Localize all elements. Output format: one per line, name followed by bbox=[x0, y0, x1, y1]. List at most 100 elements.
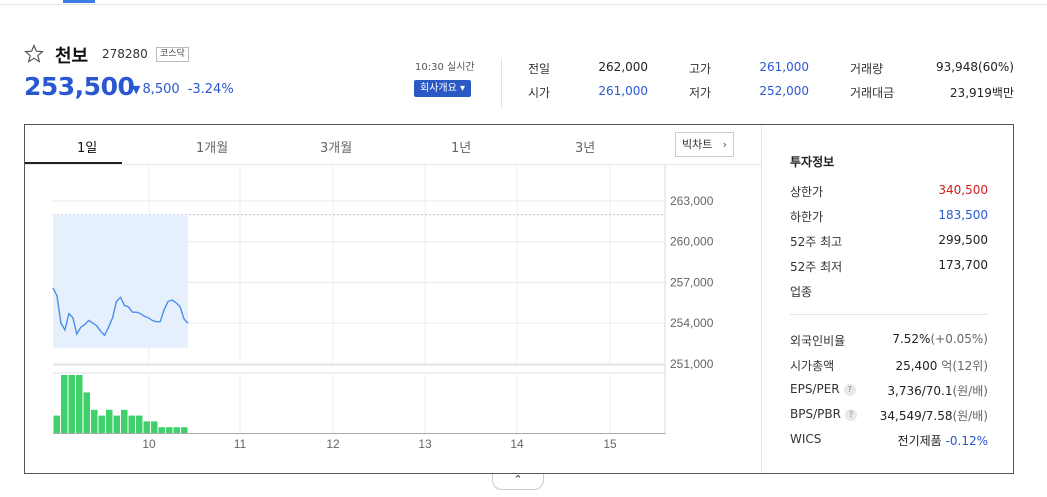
volume-bar bbox=[61, 375, 68, 433]
company-overview-button[interactable]: 회사개요 ▾ bbox=[414, 80, 471, 97]
divider bbox=[501, 58, 502, 108]
price-change: ▼ 8,500 -3.24% bbox=[132, 82, 234, 97]
info-value: 183,500 bbox=[938, 208, 988, 222]
divider bbox=[790, 314, 988, 315]
volume-bar bbox=[98, 415, 105, 433]
info-value-sub: -0.12% bbox=[945, 434, 988, 448]
volume-bar bbox=[143, 421, 150, 433]
volume-bar bbox=[83, 392, 90, 433]
chart-panel: 1일 1개월 3개월 1년 3년 빅차트 › 263,000 260,000 257… bbox=[24, 124, 1014, 474]
y-tick-label: 251,000 bbox=[670, 357, 714, 371]
info-value: 34,549/7.58(원/배) bbox=[880, 407, 988, 424]
y-tick-label: 260,000 bbox=[670, 235, 714, 249]
tab-1day[interactable]: 1일 bbox=[77, 137, 97, 156]
y-tick-label: 263,000 bbox=[670, 194, 714, 208]
info-value-main: 3,736/70.1 bbox=[887, 384, 953, 398]
info-value: 전기제품 -0.12% bbox=[898, 432, 988, 449]
volume-bar bbox=[158, 427, 165, 433]
info-label-text: EPS/PER bbox=[790, 382, 840, 396]
investment-info-title: 투자정보 bbox=[790, 155, 835, 169]
summary-label: 거래량 bbox=[850, 62, 884, 76]
big-chart-label: 빅차트 bbox=[682, 138, 713, 151]
summary-value: 262,000 bbox=[598, 60, 648, 74]
big-chart-button[interactable]: 빅차트 › bbox=[675, 132, 734, 157]
help-icon[interactable]: ? bbox=[844, 409, 857, 421]
info-label: WICS bbox=[790, 432, 822, 446]
tab-1year[interactable]: 1년 bbox=[451, 137, 471, 156]
volume-bar bbox=[106, 409, 113, 433]
star-icon[interactable] bbox=[24, 44, 44, 64]
info-value-main: 25,400 bbox=[895, 359, 938, 373]
info-label: BPS/PBR? bbox=[790, 407, 857, 421]
summary-value: 93,948(60%) bbox=[935, 60, 1014, 74]
x-tick-label: 14 bbox=[510, 437, 524, 451]
info-label: 업종 bbox=[790, 285, 813, 299]
summary-label: 시가 bbox=[528, 86, 551, 100]
tab-1month[interactable]: 1개월 bbox=[196, 137, 228, 156]
x-tick-label: 11 bbox=[234, 437, 247, 451]
info-label: 52주 최고 bbox=[790, 235, 843, 249]
active-tab-indicator bbox=[25, 162, 122, 164]
volume-bar bbox=[151, 421, 158, 433]
info-label: 외국인비율 bbox=[790, 334, 846, 348]
info-value-main[interactable]: 전기제품 bbox=[898, 434, 942, 448]
info-label: 시가총액 bbox=[790, 359, 835, 373]
help-icon[interactable]: ? bbox=[843, 384, 856, 396]
summary-value: 252,000 bbox=[759, 84, 809, 98]
volume-bar bbox=[136, 415, 143, 433]
investment-info: 투자정보 상한가 340,500 하한가 183,500 52주 최고 299,… bbox=[761, 125, 1013, 473]
price-chart[interactable]: 263,000 260,000 257,000 254,000 251,000 10 11 1… bbox=[25, 165, 761, 473]
realtime-label: 10:30 실시간 bbox=[415, 62, 475, 73]
info-value: 340,500 bbox=[938, 183, 988, 197]
summary-value: 261,000 bbox=[598, 84, 648, 98]
x-tick-label: 10 bbox=[142, 437, 156, 451]
chevron-right-icon: › bbox=[722, 138, 727, 151]
stock-header: 천보 278280 코스닥 253,500 ▼ 8,500 -3.24% 10:30… bbox=[0, 0, 1047, 120]
info-value-main: 7.52% bbox=[892, 332, 931, 346]
summary-label: 고가 bbox=[689, 62, 712, 76]
info-value-sub: 억(12위) bbox=[941, 359, 988, 373]
y-tick-label: 257,000 bbox=[670, 275, 714, 289]
current-price: 253,500 bbox=[24, 72, 135, 101]
summary-label: 저가 bbox=[689, 86, 712, 100]
volume-bar bbox=[53, 415, 60, 433]
change-percent: -3.24% bbox=[187, 82, 234, 97]
change-amount: 8,500 bbox=[142, 82, 180, 97]
volume-bar bbox=[128, 415, 135, 433]
summary-value: 261,000 bbox=[759, 60, 809, 74]
info-value: 7.52%(+0.05%) bbox=[892, 332, 988, 346]
info-label: 상한가 bbox=[790, 185, 824, 199]
stock-name: 천보 bbox=[55, 46, 89, 67]
market-badge: 코스닥 bbox=[156, 47, 189, 62]
summary-value: 23,919백만 bbox=[949, 86, 1014, 100]
volume-bar bbox=[173, 427, 180, 433]
volume-bar bbox=[91, 409, 98, 433]
info-value-sub: (원/배) bbox=[952, 409, 989, 423]
x-tick-label: 13 bbox=[418, 437, 432, 451]
x-tick-label: 15 bbox=[603, 437, 617, 451]
tab-3year[interactable]: 3년 bbox=[575, 137, 595, 156]
volume-bar bbox=[121, 409, 128, 433]
stock-code: 278280 bbox=[102, 47, 148, 61]
info-value: 3,736/70.1(원/배) bbox=[887, 382, 988, 399]
down-arrow-icon: ▼ bbox=[132, 83, 141, 96]
volume-bar bbox=[113, 415, 120, 433]
tab-3month[interactable]: 3개월 bbox=[320, 137, 352, 156]
period-tabs: 1일 1개월 3개월 1년 3년 빅차트 › bbox=[25, 125, 761, 165]
info-label: 하한가 bbox=[790, 210, 824, 224]
volume-bar bbox=[76, 375, 83, 433]
info-value: 173,700 bbox=[938, 258, 988, 272]
summary-label: 전일 bbox=[528, 62, 551, 76]
info-value: 25,400 억(12위) bbox=[895, 357, 988, 374]
info-label: EPS/PER? bbox=[790, 382, 856, 396]
info-label-text: BPS/PBR bbox=[790, 407, 841, 421]
volume-bar bbox=[68, 375, 75, 433]
y-tick-label: 254,000 bbox=[670, 316, 714, 330]
summary-label: 거래대금 bbox=[850, 86, 895, 100]
collapse-button[interactable]: ⌃ bbox=[492, 474, 544, 490]
volume-bar bbox=[181, 427, 188, 433]
x-tick-label: 12 bbox=[326, 437, 340, 451]
chevron-up-icon: ⌃ bbox=[513, 473, 523, 486]
volume-bar bbox=[166, 427, 173, 433]
info-value: 299,500 bbox=[938, 233, 988, 247]
